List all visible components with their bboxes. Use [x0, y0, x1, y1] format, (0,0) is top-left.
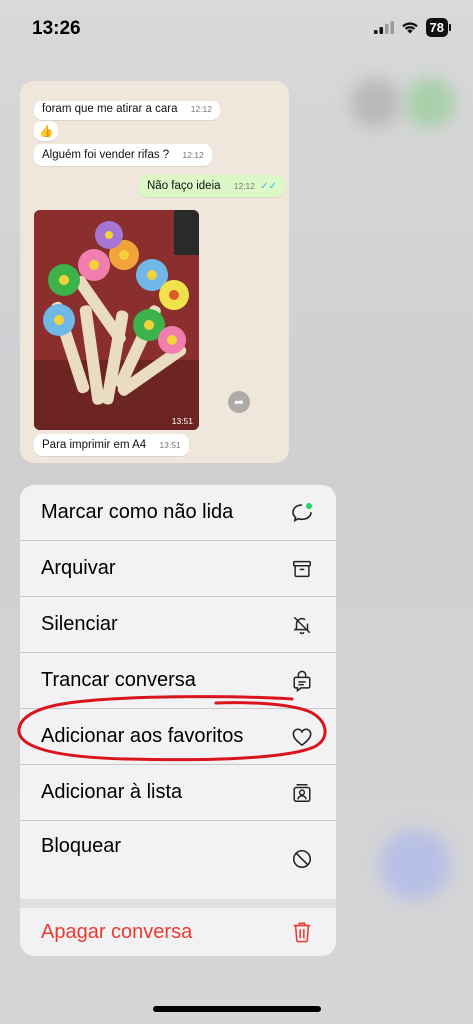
context-menu: Marcar como não lida Arquivar Silenciar	[20, 485, 336, 956]
menu-item-archive[interactable]: Arquivar	[20, 541, 336, 596]
mute-bell-icon	[290, 613, 314, 637]
message-text: foram que me atirar a cara	[42, 103, 178, 115]
message-bubble: Para imprimir em A4 13:51	[34, 434, 189, 456]
menu-item-lock-chat[interactable]: Trancar conversa	[20, 653, 336, 708]
message-text: Para imprimir em A4	[42, 439, 147, 451]
menu-item-add-favorites[interactable]: Adicionar aos favoritos	[20, 709, 336, 764]
background-avatar-blur	[350, 78, 400, 128]
message-bubble-outgoing: Não faço ideia 12:12 ✓✓	[139, 175, 285, 197]
thumbs-up-emoji: 👍	[39, 126, 54, 138]
menu-item-mark-unread[interactable]: Marcar como não lida	[20, 485, 336, 540]
menu-section-divider	[20, 899, 336, 908]
battery-cap	[449, 24, 451, 31]
menu-item-mute[interactable]: Silenciar	[20, 597, 336, 652]
read-receipt-icon: ✓✓	[260, 181, 277, 192]
menu-item-block[interactable]: Bloquear	[20, 821, 336, 899]
background-avatar-blur	[405, 78, 455, 128]
block-icon	[290, 847, 314, 871]
photo-time: 13:51	[171, 416, 193, 426]
message-bubble: Alguém foi vender rifas ? 12:12	[34, 144, 212, 166]
battery-indicator: 78	[425, 18, 448, 37]
heart-icon	[290, 725, 314, 749]
message-text: Alguém foi vender rifas ?	[42, 149, 170, 161]
signal-icon	[373, 21, 394, 34]
menu-item-delete-chat[interactable]: Apagar conversa	[20, 908, 336, 956]
photo-image	[34, 210, 199, 430]
archive-icon	[290, 557, 314, 581]
lock-chat-icon	[290, 669, 314, 693]
message-time: 12:12	[190, 104, 212, 114]
wifi-icon	[401, 22, 418, 34]
status-bar: 13:26 78	[0, 0, 473, 56]
message-time: 12:12	[182, 150, 204, 160]
photo-message[interactable]: 13:51	[34, 210, 199, 430]
status-time: 13:26	[32, 18, 81, 39]
forward-icon[interactable]: ➦	[228, 391, 250, 413]
background-blob	[380, 830, 450, 900]
unread-chat-icon	[290, 501, 314, 525]
message-bubble: 👍	[34, 121, 59, 141]
message-time: 12:12	[233, 181, 256, 191]
list-contact-icon	[290, 781, 314, 805]
message-text: Não faço ideia	[147, 180, 221, 192]
menu-item-add-to-list[interactable]: Adicionar à lista	[20, 765, 336, 820]
message-time: 13:51	[159, 440, 181, 450]
chat-preview[interactable]: foram que me atirar a cara 12:12 👍 Algué…	[20, 81, 289, 463]
message-bubble: foram que me atirar a cara 12:12	[34, 101, 220, 120]
status-icons: 78	[373, 18, 451, 37]
home-indicator[interactable]	[153, 1006, 321, 1012]
trash-icon	[290, 920, 314, 944]
